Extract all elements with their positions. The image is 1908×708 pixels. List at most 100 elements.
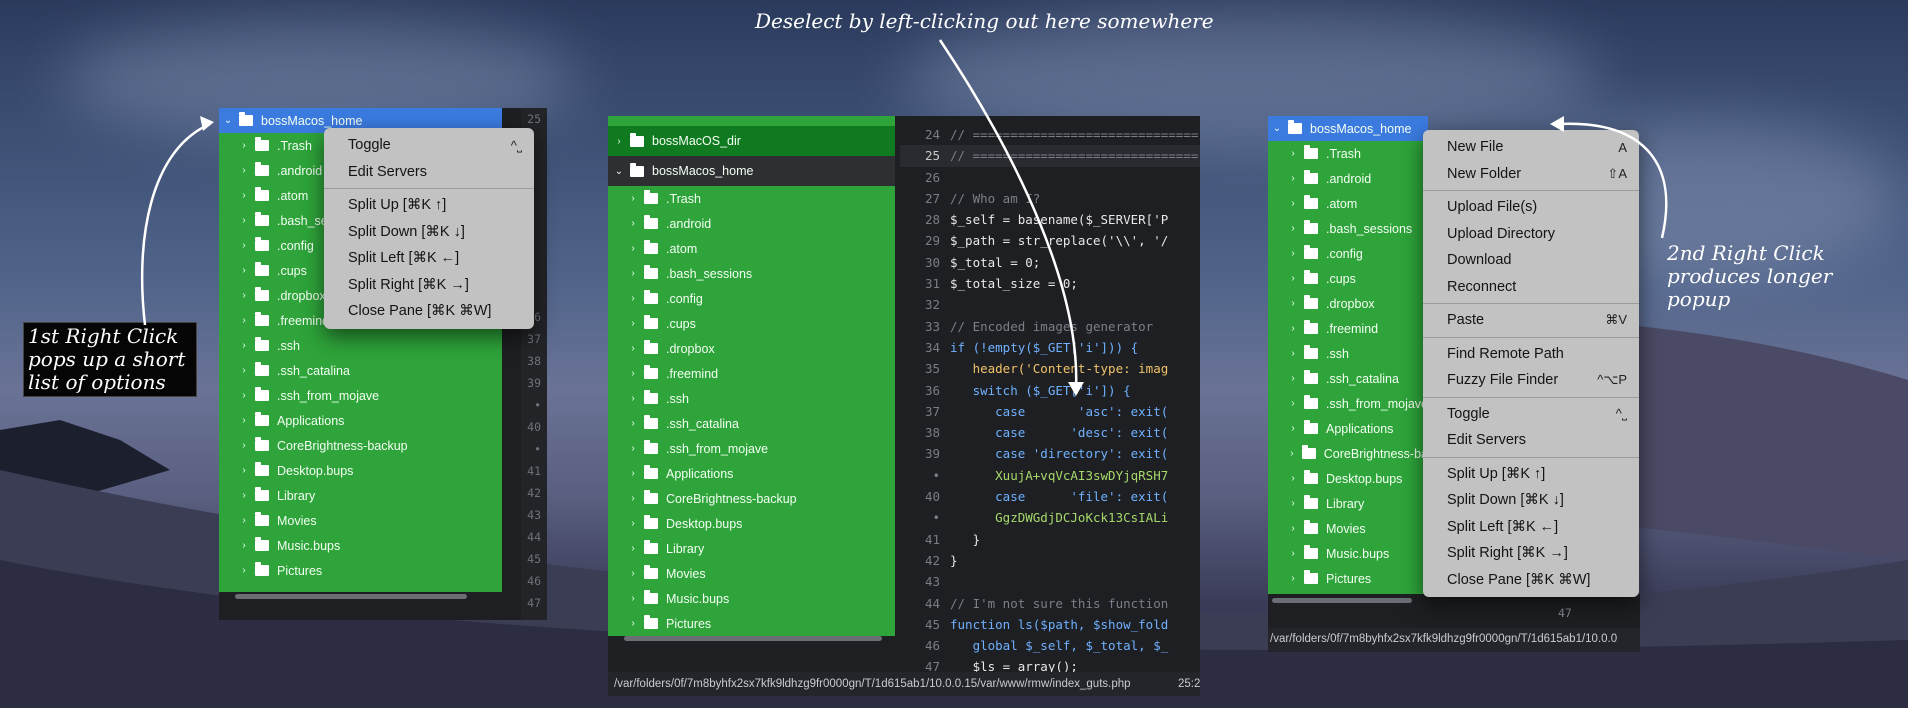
menu-item[interactable]: Upload File(s) <box>1423 194 1639 221</box>
tree-item[interactable]: › Library <box>1268 491 1428 516</box>
menu-item[interactable]: Find Remote Path <box>1423 341 1639 368</box>
menu-item[interactable]: Paste ⌘V <box>1423 307 1639 334</box>
tree-item[interactable]: › .bash_sessions <box>608 261 895 286</box>
tree-item[interactable]: › .ssh <box>219 333 502 358</box>
menu-separator <box>1423 456 1639 458</box>
tree-item[interactable]: › Pictures <box>219 558 502 583</box>
tree-item[interactable]: › Library <box>219 483 502 508</box>
menu-item-label: Download <box>1447 252 1512 269</box>
tree-item[interactable]: › .ssh_from_mojave <box>219 383 502 408</box>
tree-item[interactable]: › Desktop.bups <box>219 458 502 483</box>
tree-item[interactable]: › CoreBrightness-backup <box>608 486 895 511</box>
tree-item[interactable]: › .config <box>1268 241 1428 266</box>
line-number: 41 <box>527 464 541 478</box>
horizontal-scrollbar[interactable] <box>624 636 882 641</box>
menu-item[interactable]: Split Left [⌘K ←] <box>324 245 534 272</box>
chevron-right-icon: › <box>1291 423 1295 434</box>
tree-item[interactable]: › .atom <box>1268 191 1428 216</box>
menu-item[interactable]: Toggle ^˽ <box>324 132 534 159</box>
menu-item[interactable]: Fuzzy File Finder ^⌥P <box>1423 367 1639 394</box>
tree-item[interactable]: › Pictures <box>608 611 895 636</box>
menu-item[interactable]: Reconnect <box>1423 274 1639 301</box>
tree-item[interactable]: › .ssh_catalina <box>219 358 502 383</box>
tree-item[interactable]: › .atom <box>608 236 895 261</box>
chevron-right-icon: › <box>631 468 635 479</box>
tree-item[interactable]: › Desktop.bups <box>1268 466 1428 491</box>
menu-item[interactable]: Split Left [⌘K ←] <box>1423 514 1639 541</box>
menu-item[interactable]: Split Right [⌘K →] <box>324 272 534 299</box>
tree-root-label: bossMacos_home <box>1310 121 1412 136</box>
folder-icon <box>644 515 658 529</box>
folder-icon <box>255 562 269 576</box>
menu-item[interactable]: Close Pane [⌘K ⌘W] <box>1423 567 1639 594</box>
tree-item[interactable]: › CoreBrightness-backup <box>219 433 502 458</box>
code-line-number: • <box>932 467 940 483</box>
menu-item[interactable]: Download <box>1423 247 1639 274</box>
tree-item[interactable]: › .android <box>608 211 895 236</box>
tree-root-row-home[interactable]: ⌄ bossMacos_home <box>608 156 895 186</box>
code-line-text: // Who am I? <box>950 190 1041 206</box>
tree-item[interactable]: › .cups <box>608 311 895 336</box>
menu-item[interactable]: Split Down [⌘K ↓] <box>1423 487 1639 514</box>
menu-item[interactable]: Edit Servers <box>1423 427 1639 454</box>
tree-item[interactable]: › Movies <box>219 508 502 533</box>
code-editor[interactable]: 24 // ============================== 25 // … <box>900 124 1200 678</box>
folder-icon <box>255 312 269 326</box>
tree-item[interactable]: › .Trash <box>1268 141 1428 166</box>
menu-item[interactable]: Split Down [⌘K ↓] <box>324 219 534 246</box>
tree-item[interactable]: › .freemind <box>608 361 895 386</box>
menu-item-label: Split Right [⌘K →] <box>1447 545 1568 562</box>
chevron-right-icon: › <box>1291 473 1295 484</box>
tree-item[interactable]: › Music.bups <box>608 586 895 611</box>
tree-item[interactable]: › Movies <box>1268 516 1428 541</box>
tree-item[interactable]: › Applications <box>608 461 895 486</box>
menu-item[interactable]: Split Right [⌘K →] <box>1423 540 1639 567</box>
tree-item[interactable]: › Music.bups <box>219 533 502 558</box>
tree-root-row-dir[interactable]: › bossMacOS_dir <box>608 126 895 156</box>
tree-item[interactable]: › .android <box>1268 166 1428 191</box>
code-line-number: 32 <box>924 297 940 313</box>
tree-item-label: .config <box>666 291 703 306</box>
tree-item[interactable]: › .Trash <box>608 186 895 211</box>
menu-item[interactable]: New File A <box>1423 134 1639 161</box>
menu-item-label: Edit Servers <box>1447 432 1526 449</box>
horizontal-scrollbar[interactable] <box>1272 598 1412 603</box>
tree-item[interactable]: › .ssh_from_mojave <box>608 436 895 461</box>
menu-item[interactable]: New Folder ⇧A <box>1423 161 1639 188</box>
tree-item[interactable]: › Music.bups <box>1268 541 1428 566</box>
menu-item[interactable]: Close Pane [⌘K ⌘W] <box>324 298 534 325</box>
menu-item[interactable]: Edit Servers <box>324 159 534 186</box>
cursor-position: 25:2 <box>1178 678 1200 690</box>
tree-item[interactable]: › .ssh_from_mojave <box>1268 391 1428 416</box>
tree-item[interactable]: › Library <box>608 536 895 561</box>
tree-item[interactable]: › Desktop.bups <box>608 511 895 536</box>
menu-item[interactable]: Toggle ^˽ <box>1423 401 1639 428</box>
tree-item[interactable]: › .ssh <box>1268 341 1428 366</box>
tree-root-row[interactable]: ⌄ bossMacos_home <box>1268 116 1428 141</box>
chevron-right-icon: › <box>1291 523 1295 534</box>
tree-item[interactable]: › Applications <box>219 408 502 433</box>
menu-item[interactable]: Split Up [⌘K ↑] <box>1423 461 1639 488</box>
folder-icon <box>644 540 658 554</box>
tree-item[interactable]: › Applications <box>1268 416 1428 441</box>
horizontal-scrollbar[interactable] <box>235 594 467 599</box>
tree-item[interactable]: › .config <box>608 286 895 311</box>
tree-item[interactable]: › .freemind <box>1268 316 1428 341</box>
menu-item[interactable]: Split Up [⌘K ↑] <box>324 192 534 219</box>
tree-item[interactable]: › .ssh_catalina <box>1268 366 1428 391</box>
tree-item[interactable]: › .bash_sessions <box>1268 216 1428 241</box>
tree-item[interactable]: › .dropbox <box>1268 291 1428 316</box>
tree-item[interactable]: › .ssh <box>608 386 895 411</box>
tree-item[interactable]: › .cups <box>1268 266 1428 291</box>
menu-item-label: New Folder <box>1447 165 1522 182</box>
tree-item-label: Pictures <box>277 563 323 578</box>
tree-item[interactable]: › .dropbox <box>608 336 895 361</box>
folder-icon <box>1288 120 1302 134</box>
tree-item[interactable]: › Pictures <box>1268 566 1428 591</box>
tree-item[interactable]: › CoreBrightness-ba <box>1268 441 1428 466</box>
chevron-right-icon: › <box>242 540 246 551</box>
tree-item[interactable]: › .ssh_catalina <box>608 411 895 436</box>
folder-icon <box>255 487 269 501</box>
menu-item[interactable]: Upload Directory <box>1423 221 1639 248</box>
tree-item[interactable]: › Movies <box>608 561 895 586</box>
